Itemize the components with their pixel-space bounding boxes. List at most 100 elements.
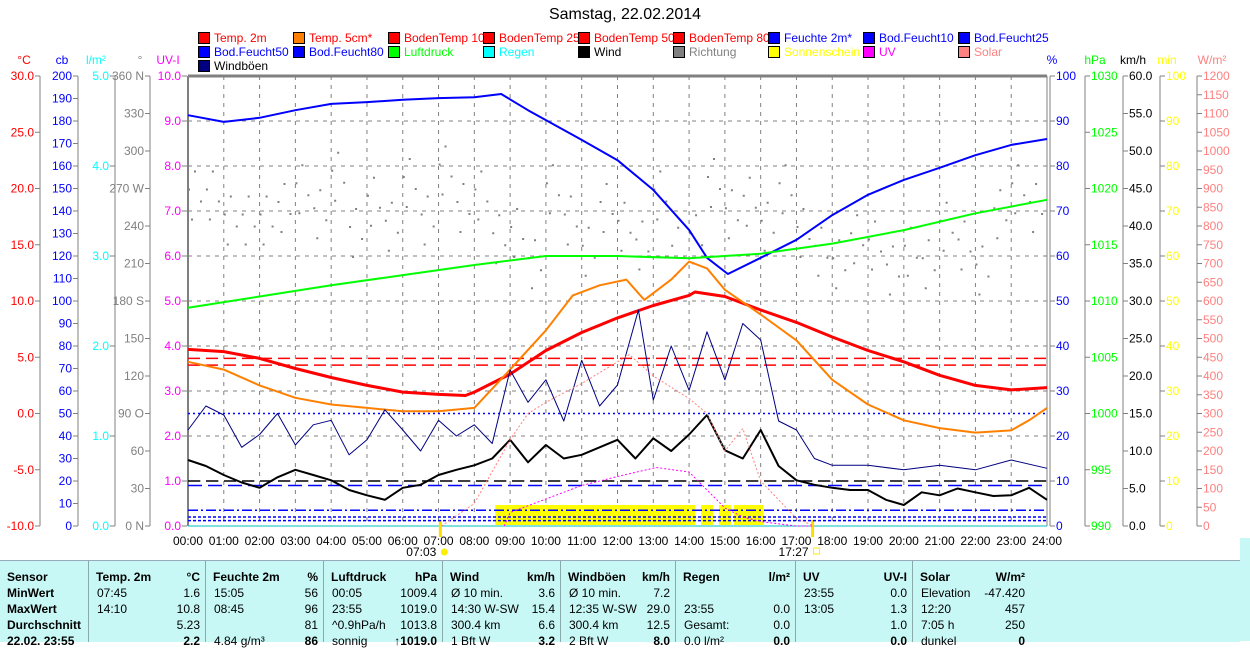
axis-tick-label: 90 O bbox=[118, 407, 144, 421]
direction-point bbox=[799, 256, 802, 258]
direction-point bbox=[557, 194, 560, 197]
stats-cell: 15.4 bbox=[531, 602, 555, 616]
direction-point bbox=[820, 226, 823, 229]
legend-swatch bbox=[198, 32, 210, 44]
axis-unit-label: UV-I bbox=[156, 53, 179, 67]
direction-point bbox=[474, 188, 477, 191]
stats-cell: 300.4 km bbox=[451, 618, 501, 632]
legend-swatch bbox=[863, 32, 875, 44]
direction-point bbox=[718, 188, 721, 190]
direction-point bbox=[423, 243, 426, 246]
stats-column: Wind km/h Ø 10 min. 3.6 14:30 W-SW 15.4 300.4 … bbox=[442, 561, 561, 648]
direction-point bbox=[325, 219, 328, 222]
axis-tick-label: 300 bbox=[124, 144, 144, 158]
direction-point bbox=[924, 287, 927, 290]
direction-point bbox=[671, 244, 674, 247]
direction-point bbox=[921, 257, 924, 260]
axis-tick-label: 1000 bbox=[1091, 407, 1118, 421]
stats-cell: 86 bbox=[304, 634, 318, 648]
direction-point bbox=[372, 176, 375, 179]
legend-label: Regen bbox=[499, 45, 535, 59]
direction-point bbox=[635, 238, 638, 241]
direction-point bbox=[283, 183, 286, 185]
stats-cell: 0.0 bbox=[890, 586, 907, 600]
stats-cell: Luftdruck bbox=[331, 570, 387, 584]
direction-point bbox=[880, 250, 883, 253]
legend-item: UV bbox=[863, 45, 896, 59]
stats-cell: 3.6 bbox=[538, 586, 555, 600]
direction-point bbox=[969, 250, 972, 253]
direction-point bbox=[611, 213, 614, 215]
direction-point bbox=[808, 238, 811, 240]
axis-tick-label: 40 bbox=[1056, 339, 1070, 353]
legend-item: Sonnenschein bbox=[768, 45, 860, 59]
axis-tick-label: 50 bbox=[59, 407, 73, 421]
axis-tick-label: 60 bbox=[1166, 249, 1180, 263]
axis-tick-label: 20 bbox=[1166, 429, 1180, 443]
axis-tick-label: 1000 bbox=[1203, 144, 1230, 158]
direction-point bbox=[1041, 213, 1044, 215]
direction-point bbox=[593, 256, 596, 259]
legend-item: Bod.Feucht25 bbox=[958, 31, 1049, 45]
stats-column: Sensor MinWert MaxWert Durchschnitt 22.02. 2… bbox=[0, 561, 88, 648]
direction-point bbox=[545, 182, 548, 185]
scrollbar[interactable] bbox=[1240, 538, 1250, 641]
stats-cell: 1 Bft W bbox=[451, 634, 491, 648]
axis-tick-label: 5.0 bbox=[17, 350, 34, 364]
axis-unit-label: min bbox=[1157, 53, 1176, 67]
stats-cell: 3.2 bbox=[538, 634, 555, 648]
direction-point bbox=[498, 214, 501, 217]
direction-point bbox=[188, 188, 190, 191]
direction-point bbox=[754, 206, 757, 209]
x-tick-label: 12:00 bbox=[602, 534, 632, 548]
stats-cell: 23:55 bbox=[684, 602, 715, 616]
direction-point bbox=[316, 237, 319, 240]
axis-tick-label: 330 bbox=[124, 107, 144, 121]
stats-cell: 0.0 bbox=[890, 634, 907, 648]
stats-cell: W/m² bbox=[995, 570, 1025, 584]
stats-cell: 0 bbox=[1018, 634, 1025, 648]
direction-point bbox=[712, 158, 715, 160]
direction-point bbox=[891, 245, 894, 248]
axis-tick-label: 90 bbox=[59, 317, 73, 331]
axis-tick-label: 0 bbox=[1203, 519, 1210, 533]
direction-point bbox=[337, 151, 340, 154]
direction-point bbox=[223, 213, 226, 216]
stats-cell: Ø 10 min. bbox=[451, 586, 504, 600]
direction-point bbox=[247, 195, 250, 198]
axis-tick-label: 0.0 bbox=[92, 519, 109, 533]
stats-cell: 23:55 bbox=[332, 602, 363, 616]
direction-point bbox=[850, 232, 853, 235]
sunset-label: 17:27 bbox=[779, 545, 809, 559]
direction-point bbox=[796, 226, 799, 228]
grid bbox=[187, 74, 1051, 527]
direction-point bbox=[516, 208, 519, 210]
x-tick-label: 00:00 bbox=[173, 534, 203, 548]
x-tick-label: 08:00 bbox=[459, 534, 489, 548]
legend-item: BodenTemp 10 bbox=[388, 31, 485, 45]
weather-chart: °C 30.0 25.0 20.0 15.0 10.0 5.0 0.0 -5.0 -10.0 cb 2… bbox=[7, 53, 1230, 559]
direction-point bbox=[405, 206, 408, 208]
legend-item: Bod.Feucht80 bbox=[293, 45, 384, 59]
x-tick-label: 03:00 bbox=[280, 534, 310, 548]
direction-point bbox=[942, 249, 945, 252]
axis-tick-label: 9.0 bbox=[164, 114, 181, 128]
direction-point bbox=[695, 214, 698, 217]
direction-point bbox=[766, 201, 769, 204]
axis-tick-label: 850 bbox=[1203, 200, 1223, 214]
direction-point bbox=[957, 238, 960, 241]
direction-point bbox=[903, 244, 906, 247]
axis-tick-label: 900 bbox=[1203, 182, 1223, 196]
direction-point bbox=[420, 213, 423, 216]
axis-tick-label: 60.0 bbox=[1129, 69, 1153, 83]
axis-tick-label: 160 bbox=[52, 159, 72, 173]
legend-label: Windböen bbox=[214, 59, 269, 73]
axis-tick-label: 70 bbox=[1056, 204, 1070, 218]
direction-point bbox=[778, 182, 781, 185]
axis-tick-label: 60 bbox=[59, 384, 73, 398]
direction-point bbox=[244, 243, 247, 246]
direction-point bbox=[194, 170, 196, 173]
stats-cell: Windböen bbox=[568, 570, 626, 584]
axis-tick-label: 300 bbox=[1203, 407, 1223, 421]
legend-label: Bod.Feucht80 bbox=[309, 45, 384, 59]
